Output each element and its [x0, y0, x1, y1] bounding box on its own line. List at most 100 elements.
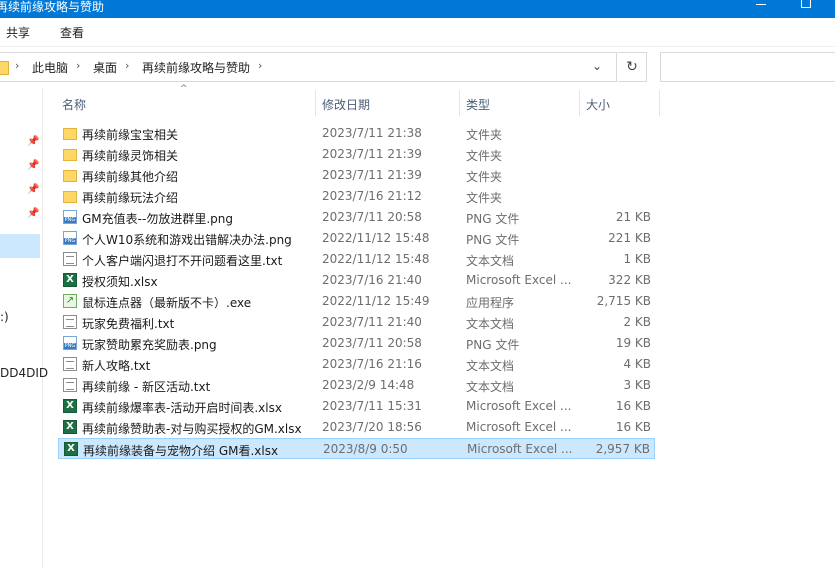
- chevron-down-icon[interactable]: ⌄: [592, 59, 602, 73]
- file-name: 再续前缘玩法介绍: [82, 191, 179, 205]
- txt-file-icon: [63, 252, 77, 266]
- breadcrumb-desktop[interactable]: 桌面: [93, 59, 117, 76]
- file-date: 2023/7/11 20:58: [322, 336, 422, 350]
- file-row[interactable]: 再续前缘宝宝相关 2023/7/11 21:38 文件夹: [58, 123, 655, 144]
- nav-item-selected[interactable]: [0, 234, 40, 258]
- chevron-right-icon[interactable]: ›: [125, 59, 129, 72]
- minimize-button[interactable]: [738, 0, 784, 18]
- refresh-button[interactable]: ↻: [618, 52, 647, 82]
- column-header-date[interactable]: 修改日期: [322, 96, 370, 116]
- tab-view[interactable]: 查看: [60, 24, 84, 41]
- chevron-right-icon[interactable]: ›: [258, 59, 262, 72]
- file-type: Microsoft Excel ...: [466, 399, 572, 413]
- file-date: 2023/7/16 21:16: [322, 357, 422, 371]
- nav-item-drive[interactable]: DD4DID: [0, 366, 48, 380]
- folder-icon: [63, 191, 77, 203]
- folder-icon: [63, 128, 77, 140]
- sort-ascending-icon: ^: [180, 84, 188, 94]
- file-row[interactable]: 玩家免费福利.txt 2023/7/11 21:40 文本文档 2 KB: [58, 312, 655, 333]
- file-name: 新人攻略.txt: [82, 359, 151, 373]
- column-header-size[interactable]: 大小: [586, 96, 610, 116]
- file-type: Microsoft Excel ...: [467, 442, 573, 456]
- pin-icon[interactable]: 📌: [27, 136, 39, 147]
- file-name: 授权须知.xlsx: [82, 275, 158, 289]
- xlsx-file-icon: X: [64, 442, 78, 456]
- file-name: GM充值表--勿放进群里.png: [82, 212, 233, 226]
- file-date: 2023/7/11 21:39: [322, 147, 422, 161]
- column-header-type[interactable]: 类型: [466, 96, 490, 116]
- file-name: 再续前缘装备与宠物介绍 GM看.xlsx: [83, 444, 279, 458]
- file-type: 文本文档: [466, 380, 515, 394]
- file-name: 个人W10系统和游戏出错解决办法.png: [82, 233, 292, 247]
- file-date: 2023/8/9 0:50: [323, 442, 408, 456]
- file-name: 玩家免费福利.txt: [82, 317, 175, 331]
- file-row[interactable]: 再续前缘其他介绍 2023/7/11 21:39 文件夹: [58, 165, 655, 186]
- file-row[interactable]: GM充值表--勿放进群里.png 2023/7/11 20:58 PNG 文件 21 …: [58, 207, 655, 228]
- file-size: 3 KB: [623, 378, 651, 392]
- file-type: PNG 文件: [466, 212, 520, 226]
- chevron-right-icon[interactable]: ›: [15, 59, 19, 72]
- png-file-icon: [63, 231, 77, 245]
- exe-file-icon: ↗: [63, 294, 77, 308]
- file-row[interactable]: 玩家赞助累充奖励表.png 2023/7/11 20:58 PNG 文件 19 KB: [58, 333, 655, 354]
- file-size: 4 KB: [623, 357, 651, 371]
- file-type: 文本文档: [466, 317, 515, 331]
- chevron-right-icon[interactable]: ›: [76, 59, 80, 72]
- file-row[interactable]: X 再续前缘赞助表-对与购买授权的GM.xlsx 2023/7/20 18:56 Mi…: [58, 417, 655, 438]
- address-box[interactable]: › 此电脑 › 桌面 › 再续前缘攻略与赞助 › ⌄: [0, 52, 617, 82]
- file-row[interactable]: 个人客户端闪退打不开问题看这里.txt 2022/11/12 15:48 文本文档 1…: [58, 249, 655, 270]
- file-date: 2023/7/16 21:40: [322, 273, 422, 287]
- file-row[interactable]: X 再续前缘装备与宠物介绍 GM看.xlsx 2023/8/9 0:50 Micros…: [58, 438, 655, 459]
- column-divider[interactable]: [315, 90, 316, 116]
- search-input[interactable]: [660, 52, 835, 82]
- file-size: 2 KB: [623, 315, 651, 329]
- pin-icon[interactable]: 📌: [27, 184, 39, 195]
- folder-icon: [63, 149, 77, 161]
- file-name: 再续前缘灵饰相关: [82, 149, 179, 163]
- file-date: 2022/11/12 15:48: [322, 231, 430, 245]
- file-size: 221 KB: [608, 231, 651, 245]
- file-date: 2023/2/9 14:48: [322, 378, 415, 392]
- file-row[interactable]: 再续前缘 - 新区活动.txt 2023/2/9 14:48 文本文档 3 KB: [58, 375, 655, 396]
- folder-icon: [63, 170, 77, 182]
- file-size: 21 KB: [615, 210, 651, 224]
- file-row[interactable]: 新人攻略.txt 2023/7/16 21:16 文本文档 4 KB: [58, 354, 655, 375]
- ribbon: 共享 查看: [0, 18, 835, 47]
- file-name: 再续前缘 - 新区活动.txt: [82, 380, 211, 394]
- pin-icon[interactable]: 📌: [27, 160, 39, 171]
- file-date: 2023/7/20 18:56: [322, 420, 422, 434]
- file-row[interactable]: ↗ 鼠标连点器（最新版不卡）.exe 2022/11/12 15:49 应用程序 2,7…: [58, 291, 655, 312]
- title-bar: 再续前缘攻略与赞助: [0, 0, 835, 18]
- xlsx-file-icon: X: [63, 273, 77, 287]
- xlsx-file-icon: X: [63, 420, 77, 434]
- column-divider[interactable]: [579, 90, 580, 116]
- file-size: 2,715 KB: [596, 294, 651, 308]
- folder-icon: [0, 61, 9, 75]
- column-header-name[interactable]: 名称: [62, 96, 86, 116]
- file-name: 再续前缘其他介绍: [82, 170, 179, 184]
- file-row[interactable]: 再续前缘灵饰相关 2023/7/11 21:39 文件夹: [58, 144, 655, 165]
- file-type: 文件夹: [466, 128, 503, 142]
- file-row[interactable]: X 授权须知.xlsx 2023/7/16 21:40 Microsoft Excel…: [58, 270, 655, 291]
- tab-share[interactable]: 共享: [6, 24, 30, 41]
- file-date: 2022/11/12 15:49: [322, 294, 430, 308]
- file-name: 再续前缘宝宝相关: [82, 128, 179, 142]
- file-type: Microsoft Excel ...: [466, 273, 572, 287]
- column-divider[interactable]: [659, 90, 660, 116]
- file-row[interactable]: 个人W10系统和游戏出错解决办法.png 2022/11/12 15:48 PNG …: [58, 228, 655, 249]
- file-date: 2023/7/11 15:31: [322, 399, 422, 413]
- file-type: PNG 文件: [466, 338, 520, 352]
- window-title: 再续前缘攻略与赞助: [0, 0, 105, 14]
- file-row[interactable]: 再续前缘玩法介绍 2023/7/16 21:12 文件夹: [58, 186, 655, 207]
- file-name: 再续前缘赞助表-对与购买授权的GM.xlsx: [82, 422, 302, 436]
- file-date: 2022/11/12 15:48: [322, 252, 430, 266]
- maximize-button[interactable]: [784, 0, 830, 18]
- nav-item-drive[interactable]: :): [0, 310, 9, 324]
- pin-icon[interactable]: 📌: [27, 208, 39, 219]
- png-file-icon: [63, 336, 77, 350]
- file-row[interactable]: X 再续前缘爆率表-活动开启时间表.xlsx 2023/7/11 15:31 Micr…: [58, 396, 655, 417]
- breadcrumb-current-folder[interactable]: 再续前缘攻略与赞助: [142, 59, 250, 76]
- breadcrumb-this-pc[interactable]: 此电脑: [32, 59, 68, 76]
- file-name: 个人客户端闪退打不开问题看这里.txt: [82, 254, 283, 268]
- column-divider[interactable]: [459, 90, 460, 116]
